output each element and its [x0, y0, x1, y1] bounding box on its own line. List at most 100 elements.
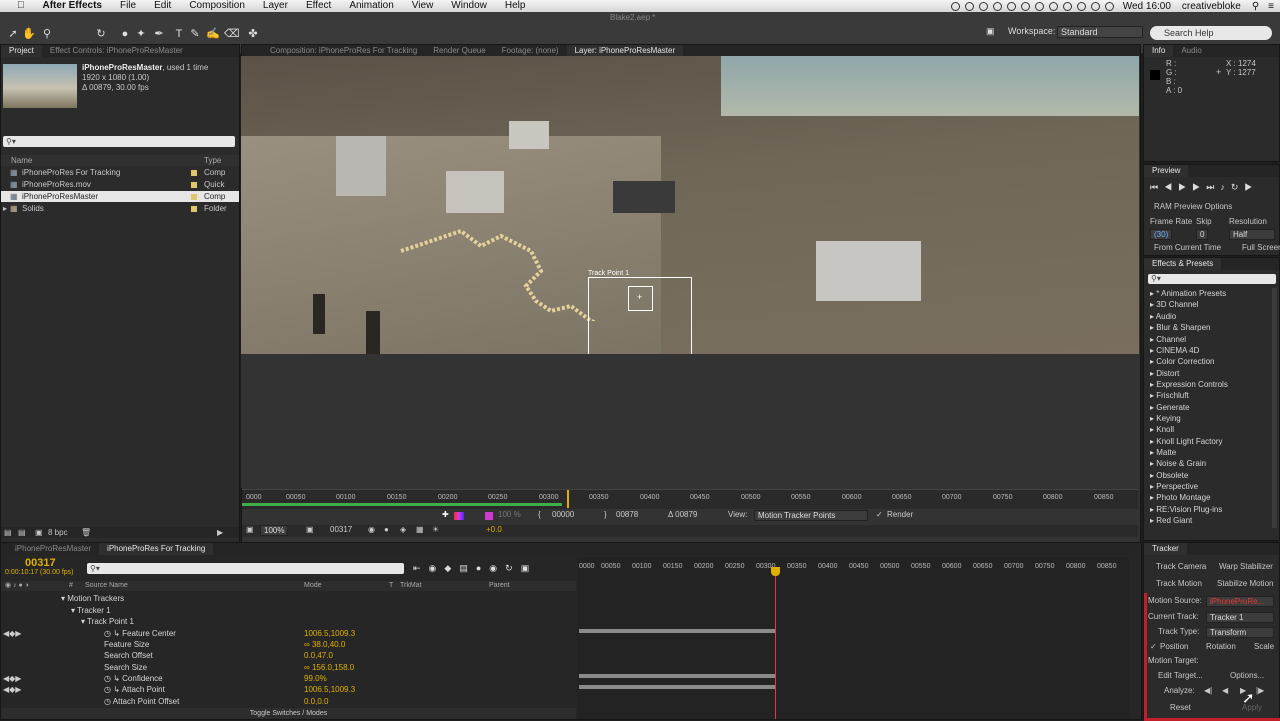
always-preview-icon[interactable]: ▣	[246, 525, 254, 534]
current-track-dropdown[interactable]: Tracker 1	[1206, 612, 1274, 623]
tab-audio[interactable]: Audio	[1173, 45, 1209, 57]
channel-icon[interactable]	[454, 512, 464, 520]
column-t[interactable]: T	[389, 581, 393, 591]
tab-timeline-master[interactable]: iPhoneProResMaster	[7, 543, 99, 555]
pan-behind-tool-icon[interactable]: ✦	[134, 27, 148, 41]
search-offset-value[interactable]: 0.0,47.0	[304, 650, 333, 661]
tab-effect-controls[interactable]: Effect Controls: iPhoneProResMaster	[42, 45, 191, 57]
layer-viewer-canvas[interactable]: Track Point 1 +	[241, 56, 1139, 354]
av-switches-icon[interactable]: ◉ ♪ ● ◑	[5, 581, 29, 591]
column-trkmat[interactable]: TrkMat	[400, 581, 422, 591]
effect-category[interactable]: ▸ CINEMA 4D	[1150, 346, 1199, 355]
position-checkbox[interactable]: ✓	[1150, 642, 1157, 651]
menu-layer[interactable]: Layer	[254, 0, 297, 12]
pen-tool-icon[interactable]: ✒	[152, 27, 166, 41]
tab-effects-presets[interactable]: Effects & Presets	[1144, 258, 1222, 270]
volume-icon[interactable]	[1090, 1, 1100, 11]
search-help-input[interactable]: Search Help	[1150, 26, 1272, 40]
list-icon[interactable]: ≡	[1264, 1, 1274, 12]
timeline-row[interactable]: ▾ Track Point 1	[81, 616, 134, 627]
skip-dropdown[interactable]: 0	[1196, 229, 1209, 240]
toggle-switches-modes[interactable]: Toggle Switches / Modes	[1, 708, 576, 719]
effects-search-input[interactable]: ⚲▾	[1148, 274, 1276, 284]
composition-mini-flowchart-icon[interactable]: ⇤	[413, 563, 429, 573]
keyframe-navigator-icon[interactable]: ◀◆▶	[3, 628, 21, 639]
playhead-line[interactable]	[775, 567, 776, 719]
column-name[interactable]: Name	[11, 155, 32, 166]
eraser-tool-icon[interactable]: ⌫	[224, 27, 240, 41]
rotate-tool-icon[interactable]: ↻	[94, 27, 108, 41]
effect-category[interactable]: ▸ Matte	[1150, 448, 1176, 457]
status-icon[interactable]	[1020, 1, 1030, 11]
timeline-row[interactable]: ◷ ↳ Feature Center	[104, 628, 176, 639]
status-icon[interactable]	[1048, 1, 1058, 11]
effect-category[interactable]: ▸ Noise & Grain	[1150, 459, 1206, 468]
status-icon[interactable]	[1006, 1, 1016, 11]
status-icon[interactable]	[978, 1, 988, 11]
effect-category[interactable]: ▸ Audio	[1150, 312, 1176, 321]
magnification-dropdown[interactable]: 100%	[260, 525, 289, 536]
snapshot-icon[interactable]: ◉	[368, 525, 375, 534]
label-color-icon[interactable]	[191, 206, 197, 212]
effect-category[interactable]: ▸ * Animation Presets	[1150, 289, 1226, 298]
effect-category[interactable]: ▸ Knoll	[1150, 425, 1174, 434]
warp-stabilizer-button[interactable]: Warp Stabilizer	[1219, 562, 1273, 571]
menu-animation[interactable]: Animation	[340, 0, 402, 12]
frame-blending-icon[interactable]: ▤	[459, 563, 476, 573]
timeline-timecode[interactable]: 00317	[25, 557, 56, 569]
effect-category[interactable]: ▸ 3D Channel	[1150, 300, 1199, 309]
keyframe-bar[interactable]	[579, 685, 775, 689]
timeline-search-input[interactable]: ⚲▾	[87, 563, 404, 574]
hand-tool-icon[interactable]: ✋	[22, 27, 36, 41]
project-search-input[interactable]: ⚲▾	[3, 136, 235, 147]
label-color-icon[interactable]	[191, 182, 197, 188]
effect-category[interactable]: ▸ Keying	[1150, 414, 1181, 423]
from-current-time-checkbox[interactable]: From Current Time	[1154, 243, 1221, 252]
user-name[interactable]: creativebloke	[1176, 1, 1241, 12]
new-folder-icon[interactable]: ▤	[18, 527, 26, 538]
edit-target-button[interactable]: Edit Target...	[1158, 671, 1203, 680]
rotation-checkbox[interactable]: Rotation	[1206, 642, 1236, 651]
options-button[interactable]: Options...	[1230, 671, 1264, 680]
menu-edit[interactable]: Edit	[145, 0, 180, 12]
effect-category[interactable]: ▸ Distort	[1150, 369, 1179, 378]
column-type[interactable]: Type	[204, 155, 221, 166]
workspace-dropdown[interactable]: Standard	[1057, 26, 1143, 38]
playhead-handle-icon[interactable]	[771, 567, 780, 576]
grid-icon[interactable]: ▦	[416, 525, 424, 534]
status-icon[interactable]	[950, 1, 960, 11]
search-size-value[interactable]: ∞ 156.0,158.0	[304, 662, 354, 673]
column-source-name[interactable]: Source Name	[85, 581, 128, 591]
status-icon[interactable]	[992, 1, 1002, 11]
timeline-row[interactable]: ◷ Attach Point Offset	[104, 696, 179, 707]
menu-view[interactable]: View	[403, 0, 443, 12]
keyframe-bar[interactable]	[579, 674, 775, 678]
menu-effect[interactable]: Effect	[297, 0, 340, 12]
scroll-right-icon[interactable]: ▶	[217, 527, 223, 538]
frame-rate-dropdown[interactable]: (30)	[1150, 229, 1173, 240]
attach-point-value[interactable]: 1006.5,1009.3	[304, 684, 355, 695]
effect-category[interactable]: ▸ RE:Vision Plug-ins	[1150, 505, 1222, 514]
first-frame-icon[interactable]: ⏮	[1150, 182, 1164, 192]
effect-category[interactable]: ▸ Blur & Sharpen	[1150, 323, 1211, 332]
keyframe-bar[interactable]	[579, 629, 775, 633]
exposure-value[interactable]: 100 %	[498, 510, 521, 519]
in-point-bracket-icon[interactable]: {	[538, 510, 541, 519]
graph-editor-icon[interactable]: ▣	[521, 563, 538, 573]
brush-tool-icon[interactable]: ✎	[188, 27, 202, 41]
in-point-icon[interactable]: ✚	[442, 510, 449, 519]
confidence-value[interactable]: 99.0%	[304, 673, 327, 684]
keyframe-navigator-icon[interactable]: ◀◆▶	[3, 684, 21, 695]
zoom-tool-icon[interactable]: ⚲	[40, 27, 54, 41]
full-screen-checkbox[interactable]: Full Screen	[1242, 243, 1280, 252]
menu-file[interactable]: File	[111, 0, 145, 12]
clock[interactable]: Wed 16:00	[1119, 1, 1171, 12]
project-item[interactable]: ▦ iPhoneProRes For Tracking Comp	[1, 167, 239, 178]
feature-center-value[interactable]: 1006.5,1009.3	[304, 628, 355, 639]
effect-category[interactable]: ▸ Frischluft	[1150, 391, 1189, 400]
tab-tracker[interactable]: Tracker	[1144, 543, 1187, 555]
effect-category[interactable]: ▸ Red Giant	[1150, 516, 1192, 525]
spotlight-icon[interactable]: ⚲	[1246, 1, 1259, 12]
puppet-tool-icon[interactable]: ✤	[246, 27, 260, 41]
analyze-backward-one-icon[interactable]: ◀|	[1204, 686, 1212, 695]
